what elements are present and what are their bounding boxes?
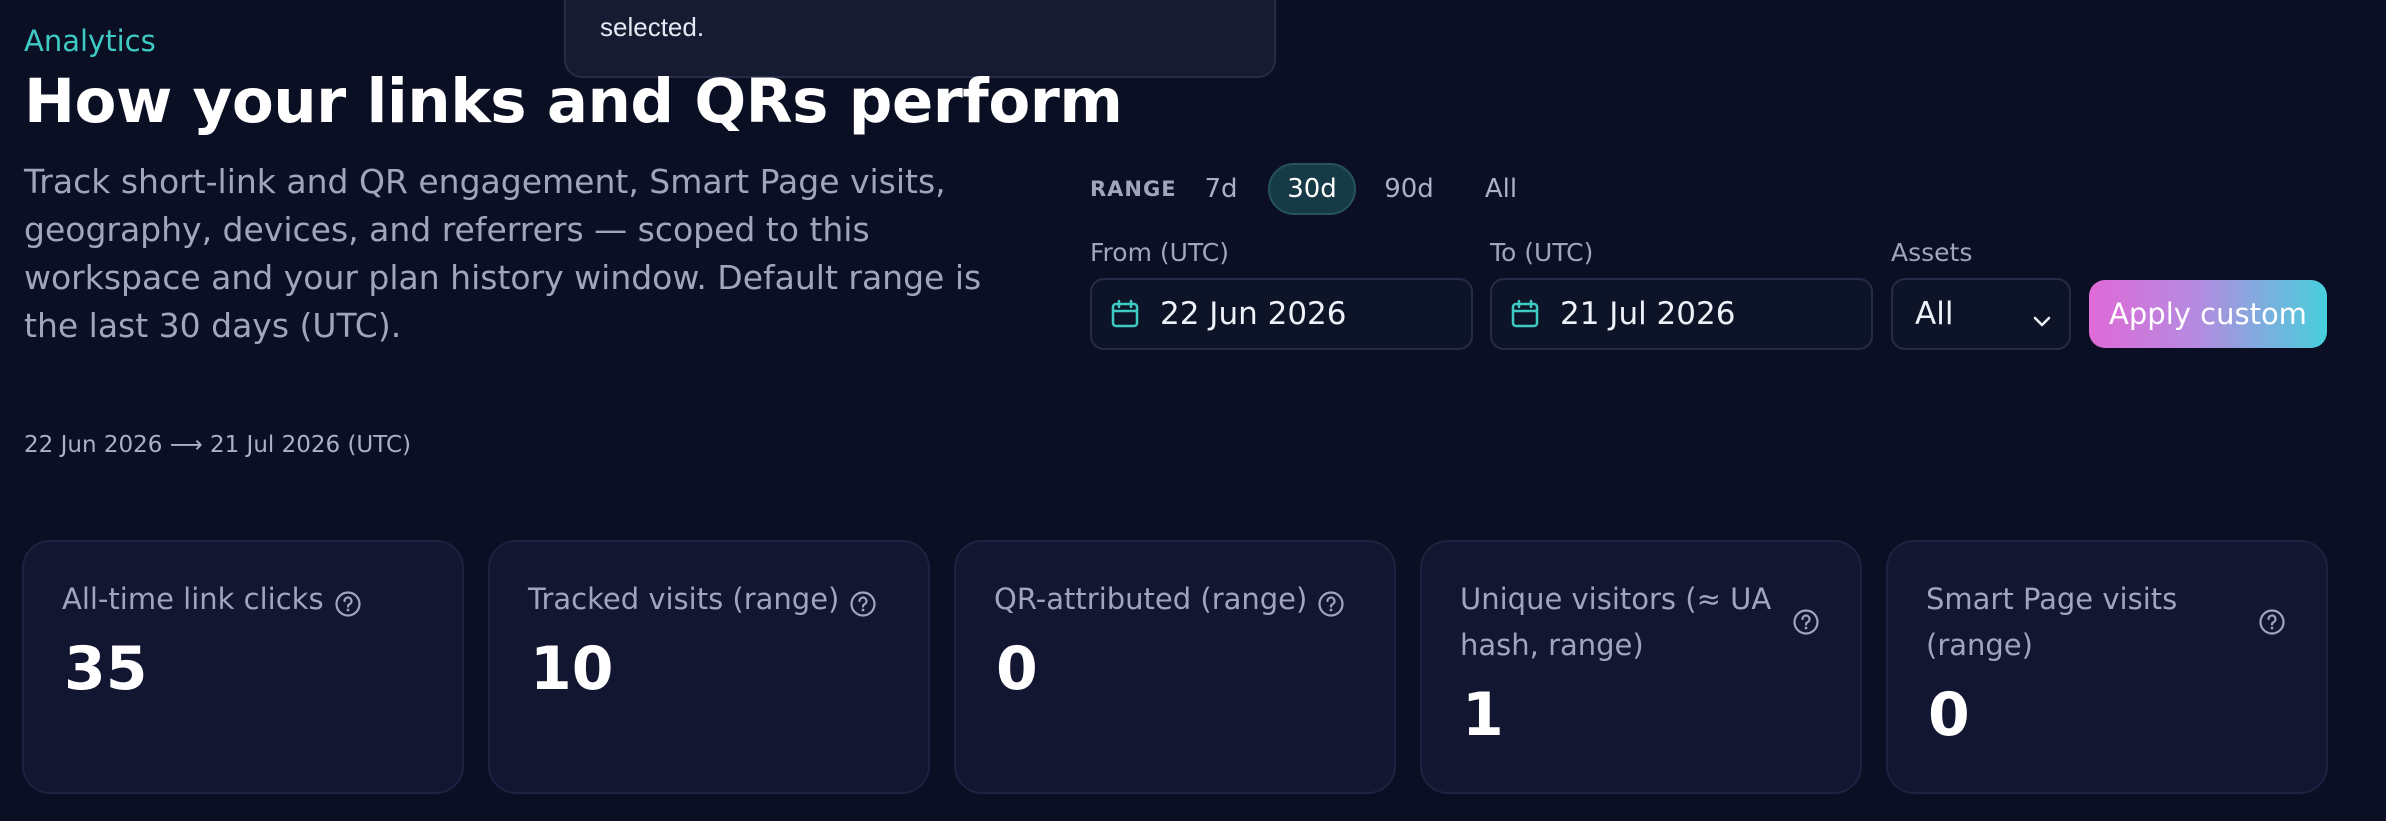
to-date-input[interactable]: 21 Jul 2026 bbox=[1490, 278, 1873, 350]
stat-label-text: QR-attributed (range) bbox=[994, 582, 1308, 616]
stat-label-text: Smart Page visits (range) bbox=[1926, 582, 2178, 662]
stat-card-all-time-clicks: All-time link clicks 35 bbox=[22, 540, 464, 794]
calendar-icon bbox=[1110, 299, 1140, 329]
stat-value: 0 bbox=[1928, 680, 1970, 750]
to-label: To (UTC) bbox=[1490, 238, 1594, 267]
stat-card-unique-visitors: Unique visitors (≈ UA hash, range) 1 bbox=[1420, 540, 1862, 794]
stat-value: 1 bbox=[1462, 680, 1504, 750]
page-description: Track short-link and QR engagement, Smar… bbox=[24, 162, 982, 345]
range-option-all[interactable]: All bbox=[1466, 163, 1536, 215]
stat-card-tracked-visits: Tracked visits (range) 10 bbox=[488, 540, 930, 794]
tooltip-text: selected. bbox=[600, 12, 705, 42]
stat-value: 10 bbox=[530, 634, 614, 704]
stat-card-smart-page-visits: Smart Page visits (range) 0 bbox=[1886, 540, 2328, 794]
stat-card-label: Tracked visits (range) bbox=[528, 576, 877, 622]
page-title: How your links and QRs perform bbox=[24, 66, 1123, 137]
help-circle-icon[interactable] bbox=[1792, 608, 1820, 636]
to-date-value: 21 Jul 2026 bbox=[1560, 296, 1736, 332]
stat-label-text: Tracked visits (range) bbox=[528, 582, 840, 616]
stat-card-label: All-time link clicks bbox=[62, 576, 362, 622]
stat-label-text: All-time link clicks bbox=[62, 582, 324, 616]
apply-custom-button[interactable]: Apply custom bbox=[2089, 280, 2327, 348]
from-date-value: 22 Jun 2026 bbox=[1160, 296, 1347, 332]
section-eyebrow: Analytics bbox=[24, 24, 156, 58]
from-date-input[interactable]: 22 Jun 2026 bbox=[1090, 278, 1473, 350]
range-summary: 22 Jun 2026 ⟶ 21 Jul 2026 (UTC) bbox=[24, 432, 411, 458]
range-option-30d[interactable]: 30d bbox=[1268, 163, 1356, 215]
help-circle-icon[interactable] bbox=[849, 585, 877, 617]
stat-label-text: Unique visitors (≈ UA hash, range) bbox=[1460, 582, 1772, 662]
assets-select[interactable]: All bbox=[1891, 278, 2071, 350]
stat-card-label: QR-attributed (range) bbox=[994, 576, 1345, 622]
range-option-90d[interactable]: 90d bbox=[1374, 163, 1444, 215]
assets-select-value: All bbox=[1915, 296, 1954, 332]
range-label: RANGE bbox=[1090, 177, 1177, 201]
chevron-down-icon bbox=[2031, 304, 2053, 327]
analytics-page: selected. Analytics How your links and Q… bbox=[0, 0, 2386, 821]
help-circle-icon[interactable] bbox=[2258, 608, 2286, 636]
calendar-icon bbox=[1510, 299, 1540, 329]
range-option-7d[interactable]: 7d bbox=[1192, 163, 1250, 215]
stat-value: 35 bbox=[64, 634, 148, 704]
stat-card-qr-attributed: QR-attributed (range) 0 bbox=[954, 540, 1396, 794]
help-circle-icon[interactable] bbox=[1317, 585, 1345, 617]
assets-label: Assets bbox=[1891, 238, 1973, 267]
from-label: From (UTC) bbox=[1090, 238, 1229, 267]
help-circle-icon[interactable] bbox=[334, 585, 362, 617]
stat-value: 0 bbox=[996, 634, 1038, 704]
